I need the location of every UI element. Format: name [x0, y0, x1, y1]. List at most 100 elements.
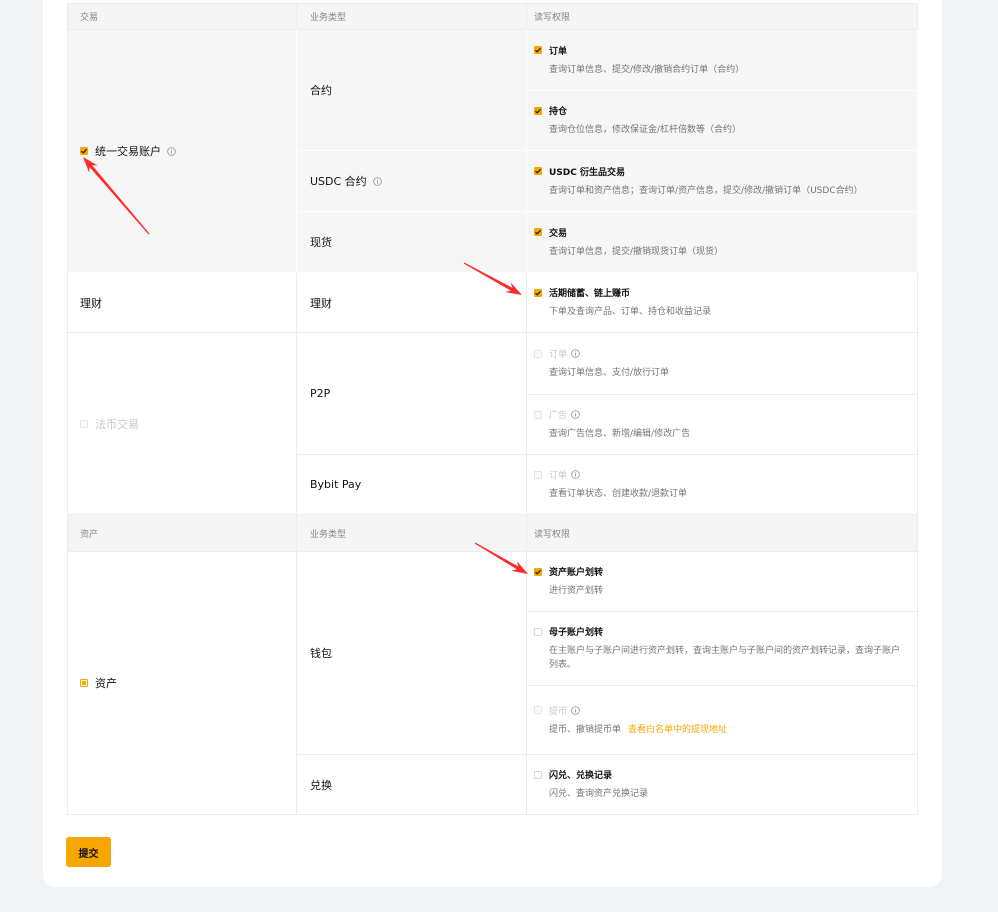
info-icon[interactable] [571, 705, 580, 715]
unified-trading-checkbox[interactable] [80, 147, 88, 155]
permission-option[interactable]: 资产账户划转 [534, 565, 603, 578]
p2p-ad-description: 查询广告信息、新增/编辑/修改广告 [549, 429, 691, 439]
check-icon [535, 229, 541, 235]
permission-option[interactable]: 闪兑、兑换记录 [534, 768, 612, 781]
spot-trade-checkbox[interactable] [534, 228, 542, 236]
header-business-type: 业务类型 [297, 3, 527, 30]
fiat-label[interactable]: 法币交易 [95, 416, 139, 432]
withdraw-description-text: 提币、撤销提币单 [549, 724, 622, 735]
convert-label[interactable]: 闪兑、兑换记录 [549, 768, 612, 781]
withdraw-checkbox[interactable] [534, 706, 542, 714]
spot-trade-label[interactable]: 交易 [549, 226, 567, 239]
business-type-wallet: 钱包 [297, 552, 527, 755]
exchange-label: 兑换 [310, 778, 332, 792]
earn-type-label: 理财 [310, 296, 332, 310]
submit-button[interactable]: 提交 [66, 837, 111, 867]
fiat-checkbox[interactable] [80, 419, 88, 428]
permission-option[interactable]: 广告 [534, 408, 580, 421]
business-type-usdc-contract: USDC 合约 [297, 151, 527, 212]
permission-option[interactable]: 持仓 [534, 104, 567, 117]
p2p-order-checkbox[interactable] [534, 349, 542, 358]
header-category: 资产 [67, 515, 297, 552]
permission-convert: 闪兑、兑换记录 闪兑、查询资产兑换记录 [527, 755, 918, 815]
permission-option[interactable]: 提币 [534, 704, 580, 717]
p2p-ad-label[interactable]: 广告 [549, 408, 567, 421]
business-type-p2p: P2P [297, 333, 527, 455]
permission-p2p-ad: 广告 查询广告信息、新增/编辑/修改广告 [527, 395, 918, 455]
permission-option[interactable]: 活期储蓄、链上赚币 [534, 286, 630, 299]
pay-order-description: 查看订单状态、创建收款/退款订单 [549, 489, 688, 499]
permission-order: 订单 查询订单信息、提交/修改/撤销合约订单（合约） [527, 30, 918, 91]
subaccount-transfer-description: 在主账户与子账户间进行资产划转，查询主账户与子账户间的资产划转记录，查询子账户列… [549, 646, 901, 670]
permission-withdraw: 提币 提币、撤销提币单 查看白名单中的提现地址 [527, 686, 918, 755]
subaccount-transfer-label[interactable]: 母子账户划转 [549, 625, 603, 638]
assets-checkbox[interactable] [80, 679, 88, 687]
check-icon [535, 108, 541, 114]
usdc-derivatives-label[interactable]: USDC 衍生品交易 [549, 165, 625, 178]
pay-order-checkbox[interactable] [534, 470, 542, 479]
business-type-earn: 理财 [297, 273, 527, 333]
whitelist-address-link[interactable]: 查看白名单中的提现地址 [628, 725, 727, 735]
check-icon [535, 47, 541, 53]
p2p-ad-checkbox[interactable] [534, 410, 542, 419]
account-transfer-label[interactable]: 资产账户划转 [549, 565, 603, 578]
order-label[interactable]: 订单 [549, 44, 567, 57]
permission-option[interactable]: 订单 [534, 44, 567, 57]
header-business-type: 业务类型 [297, 515, 527, 552]
contract-label: 合约 [310, 84, 332, 97]
pay-order-label[interactable]: 订单 [549, 468, 567, 481]
spot-label: 现货 [310, 236, 332, 249]
check-icon [535, 569, 541, 575]
info-icon[interactable] [571, 349, 580, 358]
check-icon [81, 148, 87, 154]
info-icon[interactable] [167, 146, 176, 156]
business-type-exchange: 兑换 [297, 755, 527, 815]
permission-option[interactable]: 订单 [534, 468, 580, 481]
business-type-bybit-pay: Bybit Pay [297, 455, 527, 515]
info-icon[interactable] [372, 176, 382, 186]
subaccount-transfer-checkbox[interactable] [534, 627, 542, 636]
usdc-derivatives-checkbox[interactable] [534, 167, 542, 175]
p2p-label: P2P [310, 387, 331, 400]
earn-checkbox[interactable] [534, 288, 542, 297]
group-earn: 理财 [67, 273, 297, 333]
account-transfer-checkbox[interactable] [534, 567, 542, 576]
position-label[interactable]: 持仓 [549, 104, 567, 117]
convert-checkbox[interactable] [534, 770, 542, 779]
permission-option[interactable]: 订单 [534, 347, 580, 360]
permission-subaccount-transfer: 母子账户划转 在主账户与子账户间进行资产划转，查询主账户与子账户间的资产划转记录… [527, 612, 918, 686]
unified-trading-label[interactable]: 统一交易账户 [95, 143, 161, 159]
permission-spot-trade: 交易 查询订单信息，提交/撤销现货订单（现货） [527, 212, 918, 273]
position-checkbox[interactable] [534, 106, 542, 115]
convert-description: 闪兑、查询资产兑换记录 [549, 789, 649, 799]
withdraw-label[interactable]: 提币 [549, 704, 567, 717]
permissions-table: 交易 业务类型 读写权限 统一交易账户 合约 USDC 合约 现货 订单 查询订… [67, 3, 918, 815]
p2p-order-description: 查询订单信息、支付/放行订单 [549, 368, 670, 378]
p2p-order-label[interactable]: 订单 [549, 347, 567, 360]
permission-usdc-derivatives: USDC 衍生品交易 查询订单和资产信息；查询订单/资产信息，提交/修改/撤销订… [527, 151, 918, 212]
permission-option[interactable]: USDC 衍生品交易 [534, 165, 625, 178]
business-type-spot: 现货 [297, 212, 527, 273]
earn-description: 下单及查询产品、订单、持仓和收益记录 [549, 307, 712, 317]
info-icon[interactable] [571, 410, 580, 419]
assets-label[interactable]: 资产 [95, 675, 117, 691]
position-description: 查询仓位信息，修改保证金/杠杆倍数等（合约） [549, 125, 742, 135]
bybit-pay-label: Bybit Pay [310, 478, 362, 491]
api-permissions-card: 交易 业务类型 读写权限 统一交易账户 合约 USDC 合约 现货 订单 查询订… [43, 0, 942, 887]
business-type-contract: 合约 [297, 30, 527, 151]
earn-label[interactable]: 活期储蓄、链上赚币 [549, 286, 630, 299]
account-transfer-description: 进行资产划转 [549, 586, 604, 596]
order-checkbox[interactable] [534, 46, 542, 54]
header-permission: 读写权限 [527, 515, 918, 552]
usdc-derivatives-description: 查询订单和资产信息；查询订单/资产信息，提交/修改/撤销订单（USDC合约） [549, 185, 863, 196]
info-icon[interactable] [571, 470, 580, 479]
group-fiat: 法币交易 [67, 333, 297, 515]
wallet-label: 钱包 [310, 647, 332, 660]
spot-trade-description: 查询订单信息，提交/撤销现货订单（现货） [549, 246, 724, 257]
permission-option[interactable]: 母子账户划转 [534, 625, 603, 638]
permission-option[interactable]: 交易 [534, 226, 567, 239]
header-permission: 读写权限 [527, 3, 918, 30]
check-icon [535, 168, 541, 174]
permission-earn: 活期储蓄、链上赚币 下单及查询产品、订单、持仓和收益记录 [527, 273, 918, 333]
group-assets: 资产 [67, 552, 297, 815]
